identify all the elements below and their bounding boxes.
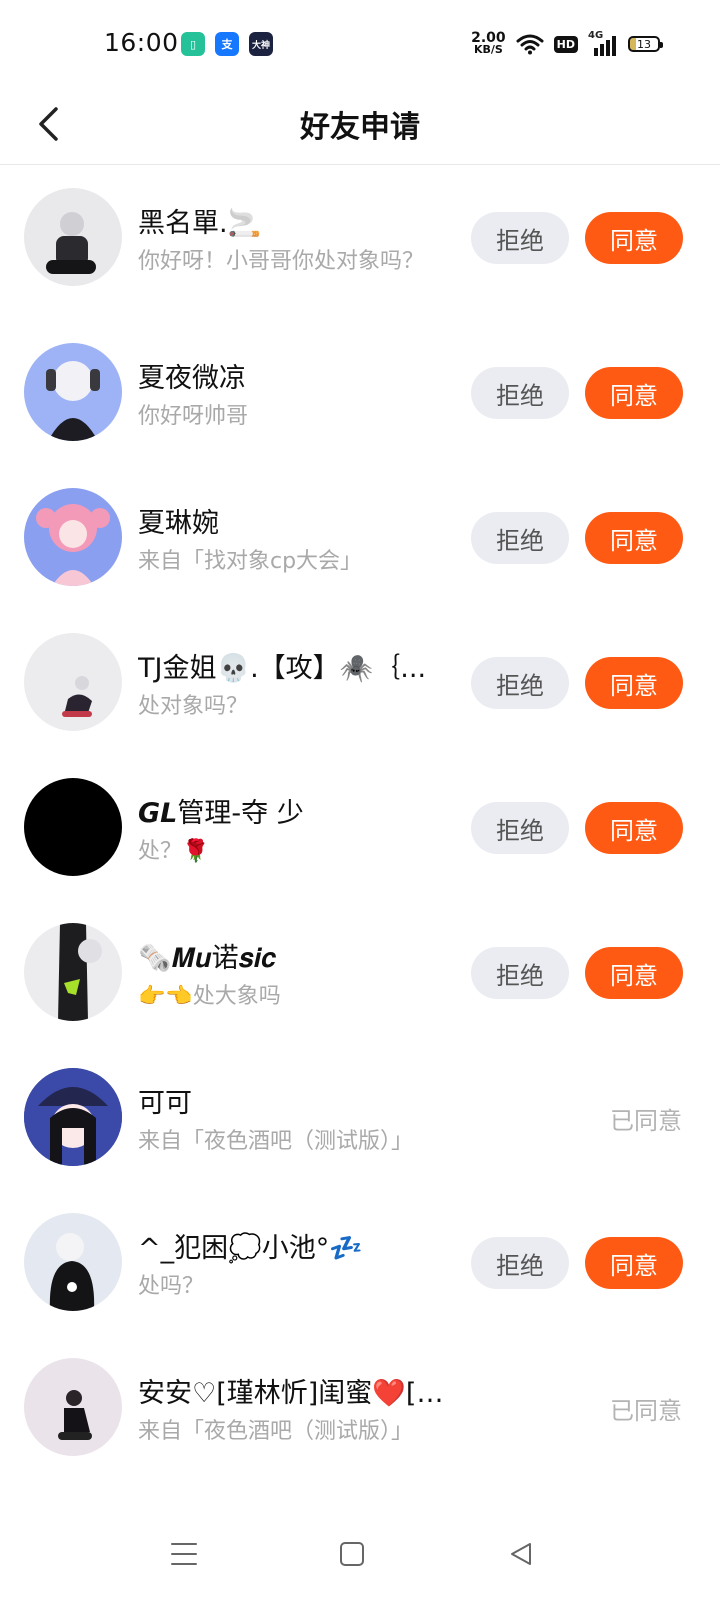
avatar[interactable] [24, 778, 122, 876]
triangle-back-icon [511, 1543, 531, 1565]
status-bar: 16:00 ▯ 支 大神 2.00 KB/S HD 4G 13 [0, 0, 720, 88]
back-nav-button[interactable] [497, 1530, 545, 1578]
status-icons: 2.00 KB/S HD 4G 13 [471, 28, 663, 60]
requester-name: 夏琳婉 [138, 508, 219, 539]
accept-button[interactable]: 同意 [585, 512, 683, 564]
request-message: 你好呀帅哥 [138, 404, 249, 429]
accepted-status: 已同意 [610, 1107, 682, 1135]
reject-button[interactable]: 拒绝 [471, 212, 569, 264]
requester-name: 𝙂𝙇管理-夺 少 [138, 798, 304, 829]
home-button[interactable] [328, 1530, 376, 1578]
list-item[interactable]: 黑名單.🚬 你好呀！小哥哥你处对象吗？ 拒绝 同意 [0, 165, 720, 330]
signal-icon: 4G [588, 30, 618, 56]
header: 好友申请 [0, 88, 720, 165]
requester-name: ^_犯困💭小池°💤 [138, 1233, 363, 1264]
list-item[interactable]: 𝙂𝙇管理-夺 少 处？🌹 拒绝 同意 [0, 755, 720, 900]
system-nav-bar [0, 1508, 720, 1600]
friend-request-list: 黑名單.🚬 你好呀！小哥哥你处对象吗？ 拒绝 同意 夏夜微凉 你好呀帅哥 拒绝 … [0, 165, 720, 1480]
avatar[interactable] [24, 633, 122, 731]
accept-button[interactable]: 同意 [585, 657, 683, 709]
reject-button[interactable]: 拒绝 [471, 1237, 569, 1289]
menu-icon [171, 1543, 197, 1565]
requester-name: 夏夜微凉 [138, 363, 246, 394]
accept-button[interactable]: 同意 [585, 212, 683, 264]
avatar[interactable] [24, 488, 122, 586]
list-item[interactable]: TJ金姐💀.【攻】🕷️｛... 处对象吗？ 拒绝 同意 [0, 610, 720, 755]
accepted-status: 已同意 [610, 1397, 682, 1425]
request-message: 处吗？ [138, 1274, 205, 1299]
clock: 16:00 [104, 28, 179, 57]
list-item[interactable]: ^_犯困💭小池°💤 处吗？ 拒绝 同意 [0, 1190, 720, 1335]
battery-icon: 13 [628, 36, 663, 52]
request-message: 👉👈处大象吗 [138, 984, 281, 1009]
request-message: 来自「找对象cp大会」 [138, 549, 363, 574]
wifi-icon [516, 34, 544, 55]
avatar[interactable] [24, 923, 122, 1021]
accept-button[interactable]: 同意 [585, 1237, 683, 1289]
menu-button[interactable] [160, 1530, 208, 1578]
avatar[interactable] [24, 188, 122, 286]
request-message: 处对象吗？ [138, 694, 249, 719]
list-item[interactable]: 夏琳婉 来自「找对象cp大会」 拒绝 同意 [0, 465, 720, 610]
list-item[interactable]: 安安♡[瑾林忻]闺蜜❤️[找对象] 来自「夜色酒吧（测试版）」 已同意 [0, 1335, 720, 1480]
request-message: 你好呀！小哥哥你处对象吗？ [138, 249, 425, 274]
square-icon [340, 1542, 364, 1566]
accept-button[interactable]: 同意 [585, 947, 683, 999]
page-title: 好友申请 [300, 110, 420, 145]
avatar[interactable] [24, 1213, 122, 1311]
avatar[interactable] [24, 1358, 122, 1456]
requester-name: 黑名單.🚬 [138, 208, 262, 239]
network-speed: 2.00 KB/S [471, 30, 506, 56]
alipay-icon: 支 [215, 32, 239, 56]
list-item[interactable]: 可可 来自「夜色酒吧（测试版）」 已同意 [0, 1045, 720, 1190]
requester-name: 可可 [138, 1088, 192, 1119]
hd-icon: HD [553, 35, 578, 53]
avatar[interactable] [24, 1068, 122, 1166]
request-message: 来自「夜色酒吧（测试版）」 [138, 1129, 414, 1154]
requester-name: 🗞️𝑴𝒖诺𝒔𝒊𝒄 [138, 943, 277, 974]
list-item[interactable]: 夏夜微凉 你好呀帅哥 拒绝 同意 [0, 320, 720, 465]
reject-button[interactable]: 拒绝 [471, 947, 569, 999]
reject-button[interactable]: 拒绝 [471, 367, 569, 419]
dashen-app-icon: 大神 [249, 32, 273, 56]
request-message: 来自「夜色酒吧（测试版）」 [138, 1419, 414, 1444]
accept-button[interactable]: 同意 [585, 802, 683, 854]
reject-button[interactable]: 拒绝 [471, 657, 569, 709]
reject-button[interactable]: 拒绝 [471, 802, 569, 854]
request-message: 处？🌹 [138, 839, 210, 864]
avatar[interactable] [24, 343, 122, 441]
reject-button[interactable]: 拒绝 [471, 512, 569, 564]
list-item[interactable]: 🗞️𝑴𝒖诺𝒔𝒊𝒄 👉👈处大象吗 拒绝 同意 [0, 900, 720, 1045]
green-app-icon: ▯ [181, 32, 205, 56]
requester-name: 安安♡[瑾林忻]闺蜜❤️[找对象] [138, 1378, 458, 1409]
requester-name: TJ金姐💀.【攻】🕷️｛... [138, 653, 427, 684]
accept-button[interactable]: 同意 [585, 367, 683, 419]
